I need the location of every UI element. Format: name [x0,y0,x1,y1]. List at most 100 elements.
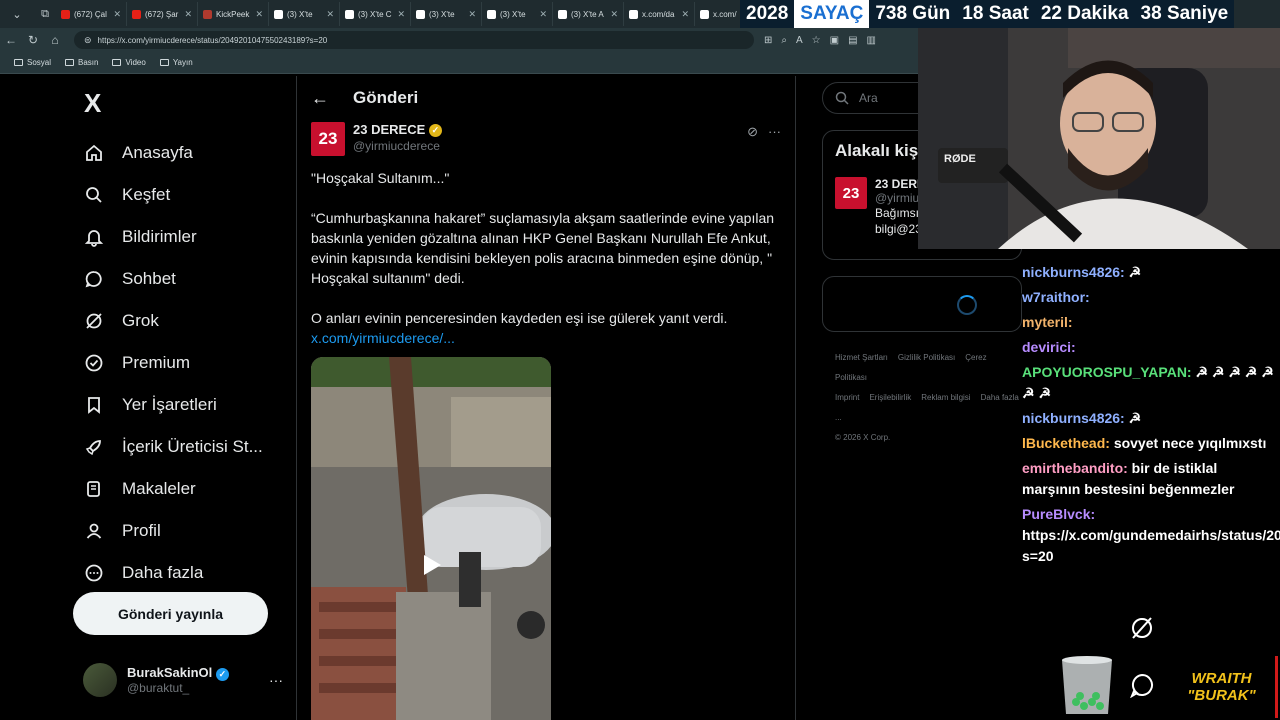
browser-tab[interactable]: (672) Çal ✕ [56,2,127,26]
post-button[interactable]: Gönderi yayınla [73,592,268,635]
play-icon[interactable] [419,553,443,577]
browser-tab[interactable]: (3) X'te C ✕ [340,2,411,26]
extension-icon[interactable]: ▣ [830,35,839,46]
tab-list-button[interactable]: ⌄ [6,3,28,25]
post-link[interactable]: x.com/yirmiucderece/... [311,328,781,348]
tab-close-icon[interactable]: ✕ [468,9,476,20]
account-name-row: BurakSakinOl ✓ [127,665,229,681]
nav-item[interactable]: Bildirimler [84,216,263,258]
author-name-row: 23 DERECE ✓ [353,122,442,138]
tab-close-icon[interactable]: ✕ [610,9,618,20]
footer-link[interactable]: Erişilebilirlik [869,393,911,402]
related-avatar[interactable]: 23 [835,177,867,209]
browser-tab[interactable]: (3) X'te ✕ [482,2,553,26]
more-options-icon[interactable]: ··· [269,672,283,688]
browser-tab[interactable]: (672) Şar ✕ [127,2,198,26]
post-paragraph: O anları evinin penceresinden kaydeden e… [311,310,728,326]
favorite-star-icon[interactable]: ☆ [812,35,821,46]
tab-close-icon[interactable]: ✕ [113,9,121,20]
nav-item[interactable]: Makaleler [84,468,263,510]
post-column: ← Gönderi 23 23 DERECE ✓ @yirmiucderece … [296,76,796,720]
tab-close-icon[interactable]: ✕ [539,9,547,20]
nav-item[interactable]: İçerik Üreticisi St... [84,426,263,468]
bookmark-folder[interactable]: Yayın [159,58,193,67]
browser-tab[interactable]: (3) X'te A ✕ [553,2,624,26]
chat-username: nickburns4826: [1022,410,1125,426]
browser-tab[interactable]: x.com/da ✕ [624,2,695,26]
browser-tab[interactable]: KickPeek ✕ [198,2,269,26]
tab-actions-button[interactable]: ⧉ [34,3,56,25]
chat-text: sovyet nece yıqılmıxstı [1113,435,1267,451]
grok-icon[interactable]: ⊘ [747,124,758,140]
counter-year: 2028 [746,3,789,24]
url-field[interactable]: ⊜ https://x.com/yirmiucderece/status/204… [74,31,754,49]
stream-chat: nickburns4826: ☭ w7raithor: myteril: devi… [1018,262,1280,652]
nav-item[interactable]: Grok [84,300,263,342]
browser-tab[interactable]: (3) X'te ✕ [269,2,340,26]
x-page: X Anasayfa Keşfet Bildirimler Sohbet Grok Pre… [8,76,1022,720]
post-author[interactable]: 23 23 DERECE ✓ @yirmiucderece [311,122,442,156]
nav-label: Anasayfa [122,143,193,162]
bookmark-icon [84,395,104,415]
author-avatar[interactable]: 23 [311,122,345,156]
zoom-icon[interactable]: ⌕ [781,35,787,46]
tab-close-icon[interactable]: ✕ [326,9,334,20]
bookmark-label: Video [125,58,146,67]
extension-icon[interactable]: ▤ [848,35,857,46]
tab-close-icon[interactable]: ✕ [397,9,405,20]
install-icon[interactable]: ⊞ [764,35,772,46]
tab-favicon-icon [558,9,567,19]
more-icon [84,563,104,583]
more-options-icon[interactable]: ··· [768,124,781,140]
chat-text: https://x.com/gundemedairhs/status/20494… [1022,527,1280,564]
translate-icon[interactable]: A [796,35,803,46]
bookmark-folder[interactable]: Video [112,58,146,67]
bookmark-folder[interactable]: Basın [65,58,98,67]
author-handle[interactable]: @yirmiucderece [353,139,442,153]
author-name[interactable]: 23 DERECE [353,122,425,137]
main-nav: Anasayfa Keşfet Bildirimler Sohbet Grok Premi… [84,132,263,594]
browser-tab[interactable]: (3) X'te ✕ [411,2,482,26]
post-video[interactable] [311,357,551,720]
account-handle: @buraktut_ [127,680,190,695]
brand-line2: "BURAK" [1187,687,1256,704]
trends-loading-card [822,276,1022,332]
counter-seconds: 38 Saniye [1140,3,1229,24]
premium-icon [84,353,104,373]
back-arrow-icon[interactable]: ← [311,88,329,109]
tab-close-icon[interactable]: ✕ [681,9,689,20]
address-bar: ← ↻ ⌂ ⊜ https://x.com/yirmiucderece/stat… [0,28,918,52]
bookmark-folder[interactable]: Sosyal [14,58,51,67]
reload-icon[interactable]: ↻ [22,33,44,47]
footer-link[interactable]: Hizmet Şartları [835,353,888,362]
nav-item[interactable]: Sohbet [84,258,263,300]
counter-hours: 18 Saat [962,3,1029,24]
nav-item[interactable]: Yer İşaretleri [84,384,263,426]
nav-item[interactable]: Keşfet [84,174,263,216]
nav-item[interactable]: Daha fazla [84,552,263,594]
chat-text: ☭ [1128,410,1142,426]
chat-username: PureBlvck: [1022,506,1096,522]
tab-close-icon[interactable]: ✕ [184,9,192,20]
footer-link[interactable]: Gizlilik Politikası [898,353,955,362]
footer-link[interactable]: Reklam bilgisi [921,393,970,402]
tab-favicon-icon [629,9,638,19]
site-info-icon[interactable]: ⊜ [84,35,92,46]
nav-item[interactable]: Profil [84,510,263,552]
tab-close-icon[interactable]: ✕ [255,9,263,20]
tab-label: (672) Şar [145,9,179,19]
extension-icon[interactable]: ▥ [867,35,876,46]
account-switcher[interactable]: BurakSakinOl ✓ @buraktut_ ··· [83,662,283,698]
x-logo-icon[interactable]: X [84,88,101,119]
footer-link[interactable]: © 2026 X Corp. [835,433,890,442]
post-text: "Hoşçakal Sultanım..." “Cumhurbaşkanına … [311,168,781,348]
footer-link[interactable]: Imprint [835,393,859,402]
tab-label: (3) X'te [287,9,313,19]
bell-icon [84,227,104,247]
back-nav-icon[interactable]: ← [0,33,22,47]
nav-item[interactable]: Premium [84,342,263,384]
webcam-image: RØDE [918,28,1280,249]
nav-item[interactable]: Anasayfa [84,132,263,174]
home-nav-icon[interactable]: ⌂ [44,33,66,47]
tab-favicon-icon [274,9,283,19]
